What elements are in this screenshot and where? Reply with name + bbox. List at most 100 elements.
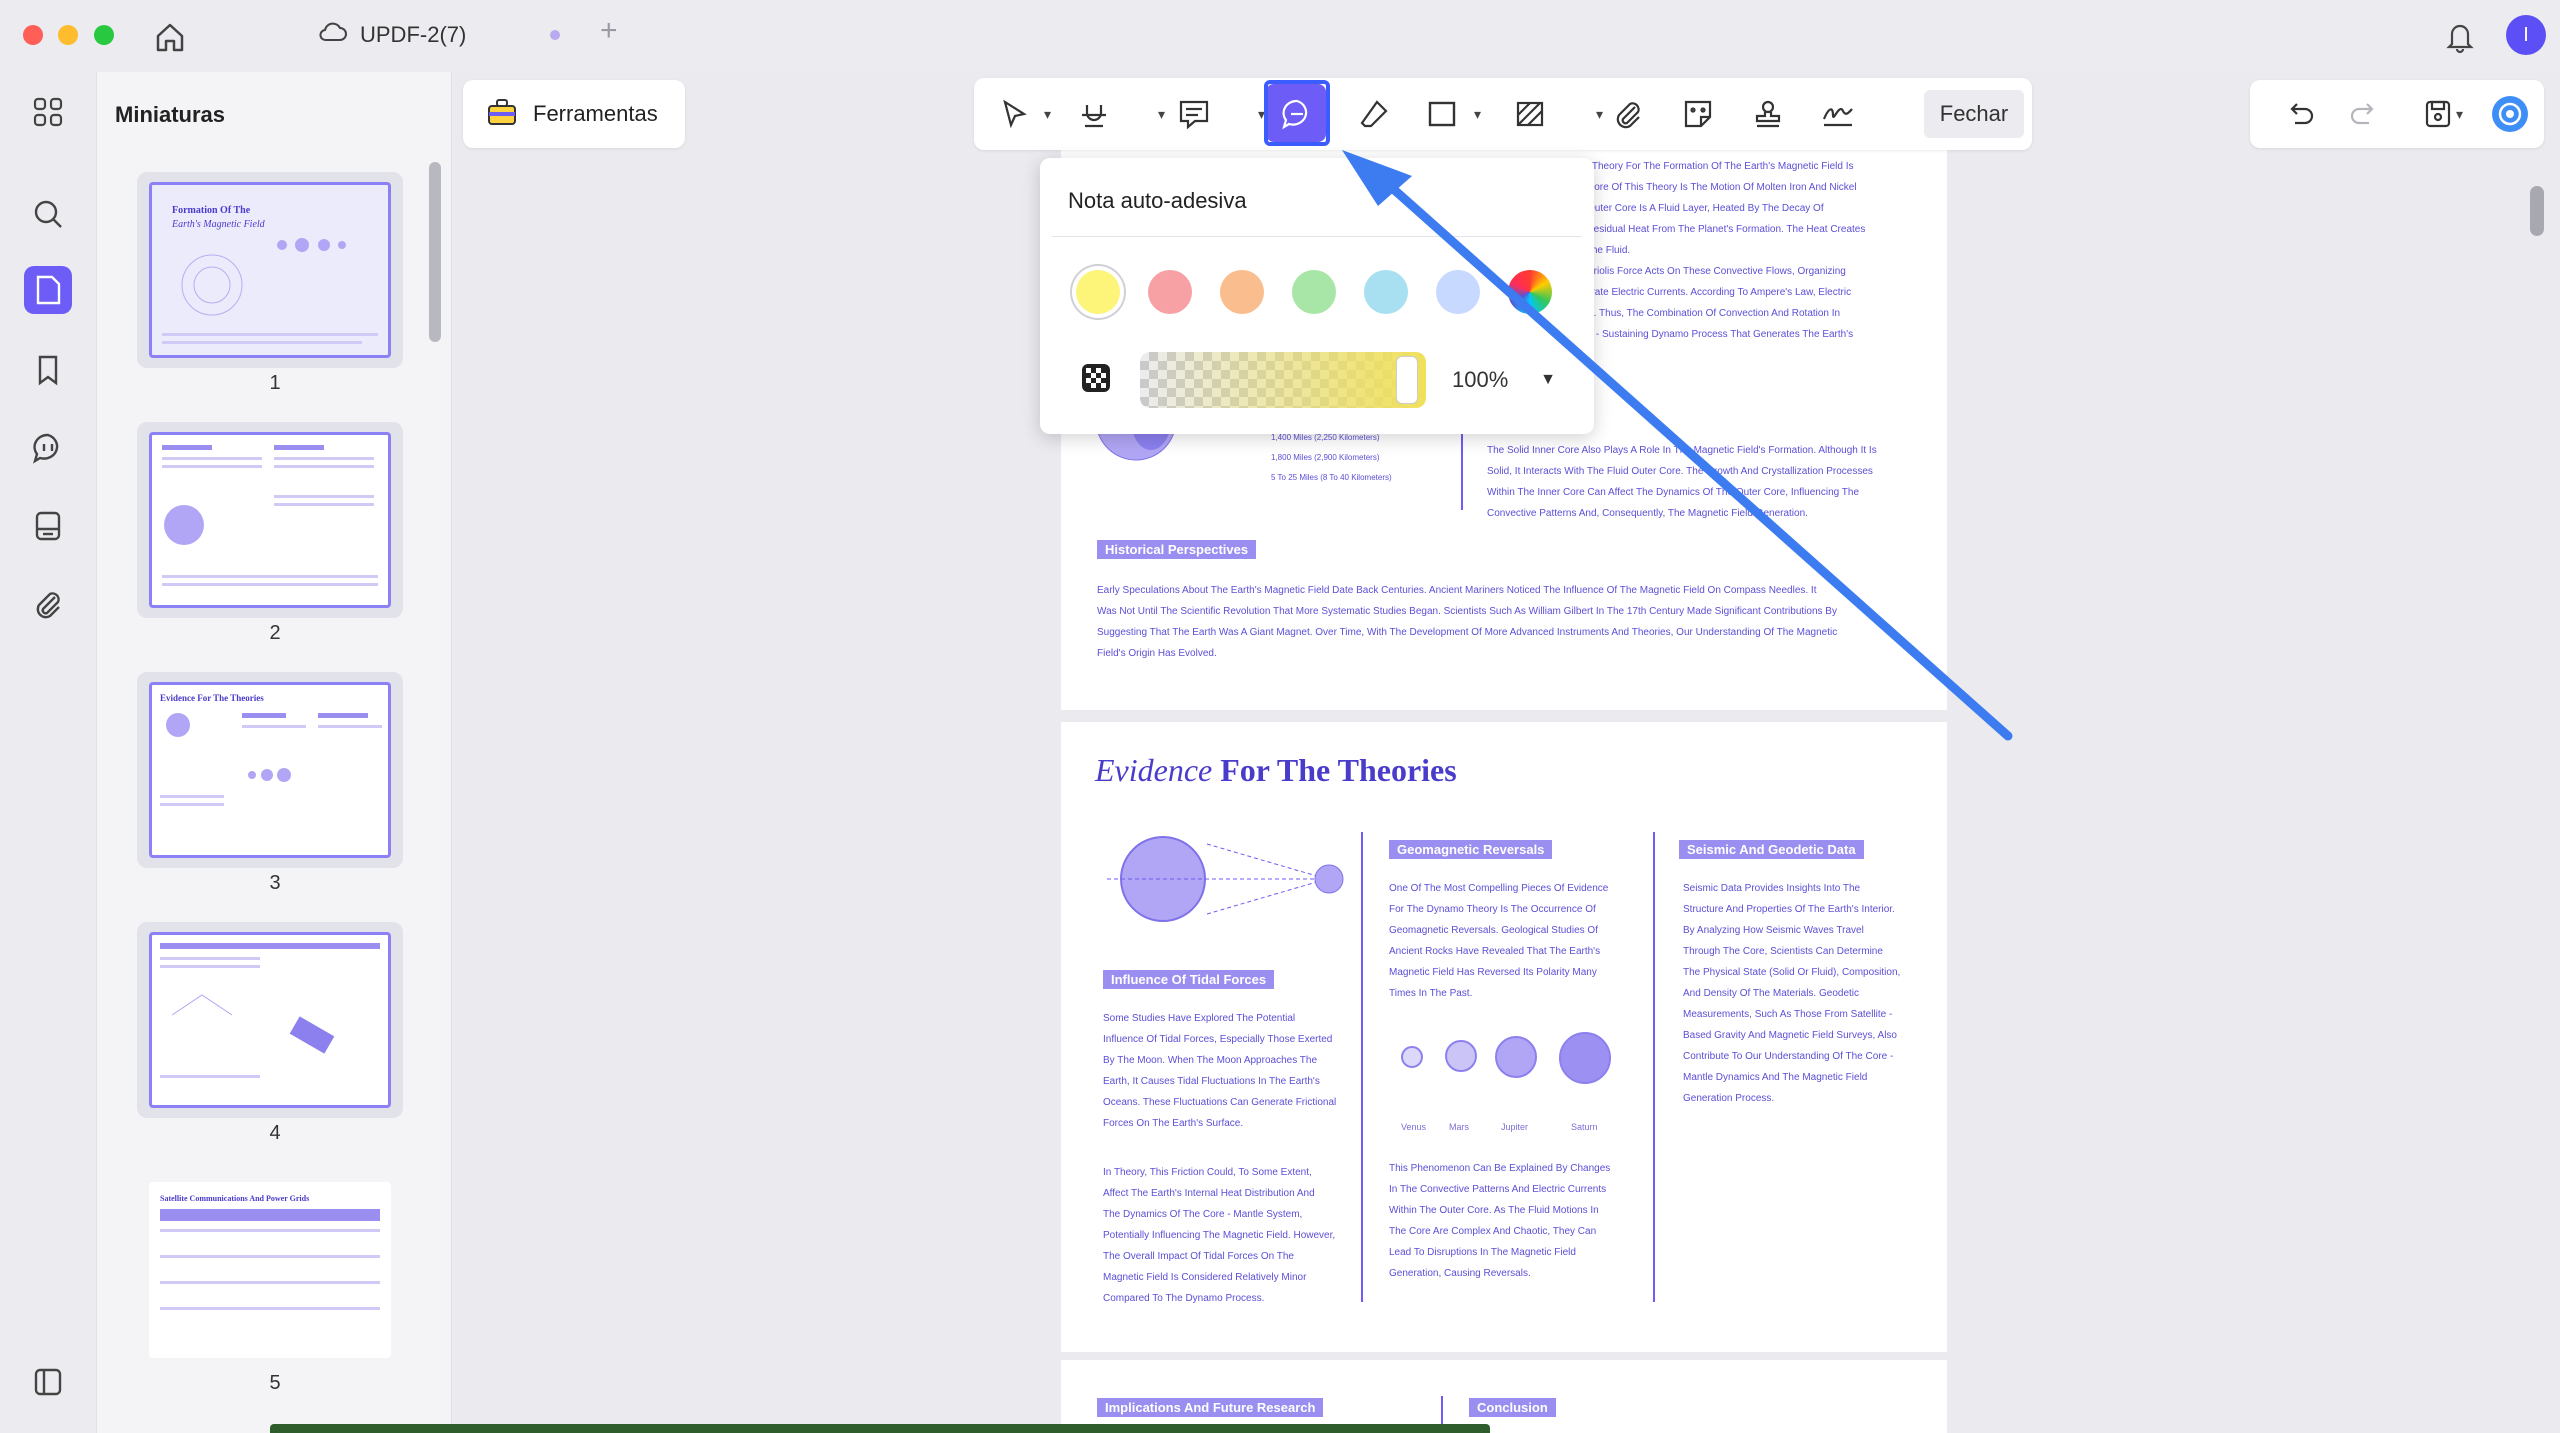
text-block: Seismic Data Provides Insights Into The … <box>1683 883 1901 1104</box>
tab-title: UPDF-2(7) <box>360 22 467 47</box>
chevron-down-icon[interactable]: ▾ <box>2456 106 2463 123</box>
tools-button[interactable]: Ferramentas <box>463 80 685 148</box>
section-tag: Conclusion <box>1469 1398 1556 1417</box>
text-block: The Solid Inner Core Also Plays A Role I… <box>1487 445 1877 519</box>
page-heading: Evidence For The Theories <box>1095 752 1457 788</box>
eraser-icon[interactable] <box>1354 94 1394 134</box>
annotation-toolbar: ▾ ▾ ▾ ▾ ▾ Fechar <box>974 78 2032 150</box>
tools-label: Ferramentas <box>533 101 658 126</box>
sticky-note-popover: Nota auto-adesiva 100% ▼ <box>1040 158 1594 434</box>
page-thumbnail-1[interactable]: Formation Of The Earth's Magnetic Field <box>137 172 403 368</box>
divider <box>1052 236 1582 237</box>
thumbnails-panel: Miniaturas Formation Of The Earth's Magne… <box>96 72 452 1433</box>
page-number: 3 <box>269 872 281 894</box>
column-divider <box>1361 832 1363 1302</box>
color-swatch-green[interactable] <box>1292 270 1336 314</box>
color-swatch-orange[interactable] <box>1220 270 1264 314</box>
ai-assistant-icon[interactable] <box>2490 94 2530 134</box>
sidebar-toggle-icon[interactable] <box>28 1362 68 1402</box>
chevron-down-icon[interactable]: ▾ <box>1044 106 1051 123</box>
thumbnails-scrollbar[interactable] <box>429 162 441 342</box>
home-icon[interactable] <box>150 17 190 57</box>
close-window-button[interactable] <box>23 25 43 45</box>
bell-icon[interactable] <box>2440 16 2480 56</box>
planet-saturn <box>1559 1032 1611 1084</box>
chevron-down-icon[interactable]: ▾ <box>1596 106 1603 123</box>
apps-grid-icon[interactable] <box>28 92 68 132</box>
area-fill-icon[interactable] <box>1510 94 1550 134</box>
planet-venus <box>1401 1046 1423 1068</box>
rectangle-icon[interactable] <box>1422 94 1462 134</box>
document-scrollbar[interactable] <box>2530 186 2544 236</box>
minimize-window-button[interactable] <box>58 25 78 45</box>
panel-title: Miniaturas <box>115 102 226 127</box>
sticker-icon[interactable] <box>1678 94 1718 134</box>
undo-icon[interactable] <box>2280 94 2320 134</box>
page-thumbnail-2[interactable] <box>137 422 403 618</box>
color-swatch-yellow[interactable] <box>1076 270 1120 314</box>
attachment-icon[interactable] <box>28 584 68 624</box>
signature-icon[interactable] <box>1818 94 1858 134</box>
column-divider <box>1653 832 1655 1302</box>
opacity-slider[interactable] <box>1140 352 1426 408</box>
save-icon[interactable] <box>2418 94 2458 134</box>
select-cursor-icon[interactable] <box>994 94 1034 134</box>
svg-text:Earth's Magnetic Field: Earth's Magnetic Field <box>171 219 266 230</box>
section-tag: Influence Of Tidal Forces <box>1103 970 1275 989</box>
thumbnails-icon[interactable] <box>24 266 72 314</box>
new-tab-button[interactable]: + <box>600 14 618 48</box>
popover-title: Nota auto-adesiva <box>1068 188 1247 213</box>
toolbox-icon <box>485 94 519 134</box>
bookmark-icon[interactable] <box>28 350 68 390</box>
search-icon[interactable] <box>28 194 68 234</box>
opacity-slider-handle[interactable] <box>1396 356 1418 404</box>
chevron-down-icon: ▼ <box>1540 371 1556 388</box>
opacity-select[interactable]: 100% ▼ <box>1440 352 1570 408</box>
page-thumbnail-5[interactable]: Satellite Communications And Power Grids <box>137 1172 403 1368</box>
planet-label: Venus <box>1401 1122 1427 1132</box>
text-block: In Theory, This Friction Could, To Some … <box>1103 1167 1336 1304</box>
color-swatch-red[interactable] <box>1148 270 1192 314</box>
custom-color-picker-icon[interactable] <box>1508 270 1552 314</box>
section-tag: Seismic And Geodetic Data <box>1679 840 1864 859</box>
page-number: 4 <box>269 1122 281 1144</box>
planet-mars <box>1445 1040 1477 1072</box>
title-bar: UPDF-2(7) + I <box>0 0 2560 72</box>
sticky-note-icon[interactable] <box>1277 94 1317 134</box>
cloud-icon <box>318 20 348 50</box>
tidal-forces-diagram <box>1107 836 1344 922</box>
opacity-value: 100% <box>1452 367 1509 392</box>
svg-text:Evidence For The Theories: Evidence For The Theories <box>160 693 264 703</box>
document-page-2: Evidence For The Theories Geomagnetic Re… <box>1061 722 1947 1352</box>
avatar[interactable]: I <box>2506 15 2546 55</box>
section-tag: Geomagnetic Reversals <box>1389 840 1553 859</box>
planet-label: Mars <box>1449 1122 1469 1132</box>
attachment-icon[interactable] <box>1608 94 1648 134</box>
strikethrough-icon[interactable] <box>1074 94 1114 134</box>
color-swatch-cyan[interactable] <box>1364 270 1408 314</box>
redo-icon[interactable] <box>2344 94 2384 134</box>
stamp-icon[interactable] <box>1748 94 1788 134</box>
page-thumbnail-3[interactable]: Evidence For The Theories <box>137 672 403 868</box>
text-block: Some Studies Have Explored The Potential… <box>1103 1013 1337 1129</box>
color-swatch-blue[interactable] <box>1436 270 1480 314</box>
maximize-window-button[interactable] <box>94 25 114 45</box>
document-tab[interactable]: UPDF-2(7) <box>318 14 578 56</box>
diagram-labels: 1,400 Miles (2,250 Kilometers) 1,800 Mil… <box>1271 433 1392 482</box>
page-thumbnail-4[interactable] <box>137 922 403 1118</box>
planet-label: Saturn <box>1571 1122 1598 1132</box>
planet-jupiter <box>1495 1036 1537 1078</box>
svg-text:Satellite Communications And P: Satellite Communications And Power Grids <box>160 1194 309 1203</box>
chevron-down-icon[interactable]: ▾ <box>1474 106 1481 123</box>
dock-edge <box>270 1424 1490 1433</box>
comments-icon[interactable] <box>28 428 68 468</box>
document-tools-icon[interactable] <box>28 506 68 546</box>
comment-box-icon[interactable] <box>1174 94 1214 134</box>
text-block: One Of The Most Compelling Pieces Of Evi… <box>1389 883 1609 999</box>
text-block: Early Speculations About The Earth's Mag… <box>1097 585 1838 659</box>
text-block: ...ted Theory For The Formation Of The E… <box>1567 161 1866 340</box>
page-number: 2 <box>269 622 281 644</box>
chevron-down-icon[interactable]: ▾ <box>1158 106 1165 123</box>
planet-label: Jupiter <box>1501 1122 1529 1132</box>
close-annotation-button[interactable]: Fechar <box>1924 90 2024 138</box>
